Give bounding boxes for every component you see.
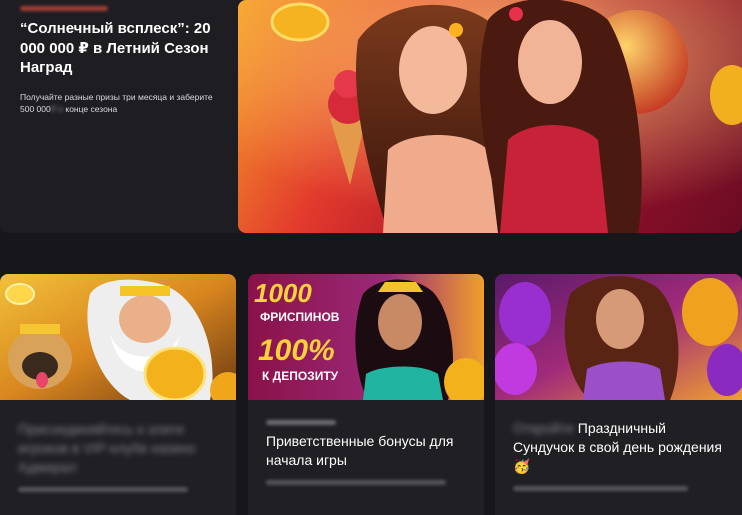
hero-subtitle-end: конце сезона — [63, 104, 118, 114]
card-note-blurred — [513, 486, 688, 491]
card-note-blurred — [18, 487, 188, 492]
hero-banner-image — [238, 0, 742, 233]
card-eyebrow-blurred — [266, 420, 336, 425]
zeus-pug-illustration — [0, 274, 236, 400]
hero-subtitle-blurred: ₽ в — [50, 104, 64, 114]
card-banner-image — [0, 274, 236, 400]
card-title: Присоединяйтесь к элите игроков в VIP-кл… — [18, 420, 222, 477]
hero-illustration — [238, 0, 742, 233]
card-body: Присоединяйтесь к элите игроков в VIP-кл… — [18, 420, 222, 492]
promo-card-vip[interactable]: Присоединяйтесь к элите игроков в VIP-кл… — [0, 274, 236, 515]
promo-card-welcome[interactable]: 1000 ФРИСПИНОВ 100% К ДЕПОЗИТУ Приветств… — [248, 274, 484, 515]
promo-card-birthday[interactable]: Откройте Праздничный Сундучок в свой ден… — [495, 274, 742, 515]
card-title-blurred: Откройте — [513, 420, 574, 436]
card-title-blurred: Присоединяйтесь к элите игроков в VIP-кл… — [18, 421, 196, 475]
card-banner-image: 1000 ФРИСПИНОВ 100% К ДЕПОЗИТУ — [248, 274, 484, 400]
banner-text-deposit: К ДЕПОЗИТУ — [262, 369, 339, 383]
card-body: Откройте Праздничный Сундучок в свой ден… — [513, 419, 728, 491]
hero-title: “Солнечный всплеск”: 20 000 000 ₽ в Летн… — [20, 20, 211, 76]
birthday-illustration — [495, 274, 742, 400]
party-emoji-icon: 🥳 — [513, 458, 531, 474]
card-title: Приветственные бонусы для начала игры — [266, 433, 454, 468]
card-title: Откройте Праздничный Сундучок в свой ден… — [513, 419, 728, 476]
hero-eyebrow-blurred — [20, 6, 108, 11]
hero-subtitle: Получайте разные призы три месяца и забе… — [20, 91, 225, 116]
card-note-blurred — [266, 480, 446, 485]
banner-text-freespins: ФРИСПИНОВ — [260, 310, 340, 324]
welcome-bonus-illustration: 1000 ФРИСПИНОВ 100% К ДЕПОЗИТУ — [248, 274, 484, 400]
hero-text-block: “Солнечный всплеск”: 20 000 000 ₽ в Летн… — [20, 6, 225, 116]
card-body: Приветственные бонусы для начала игры — [266, 420, 470, 485]
promo-hero[interactable]: “Солнечный всплеск”: 20 000 000 ₽ в Летн… — [0, 0, 742, 233]
banner-text-1000: 1000 — [254, 278, 312, 308]
card-banner-image — [495, 274, 742, 400]
banner-text-100: 100% — [258, 334, 335, 367]
